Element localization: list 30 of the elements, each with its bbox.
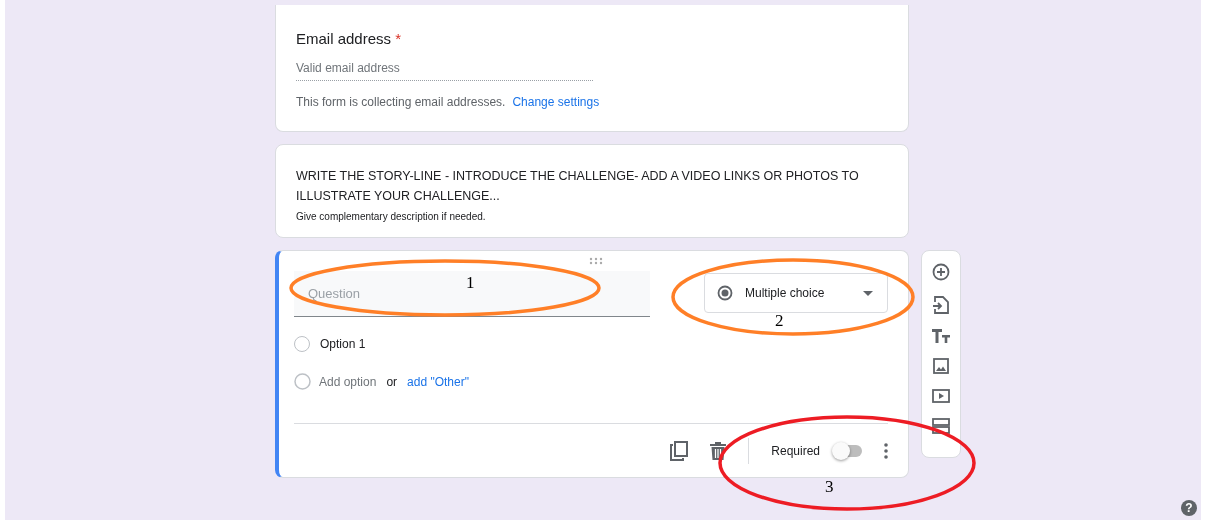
required-label: Required: [771, 444, 820, 458]
option-label[interactable]: Option 1: [320, 337, 366, 351]
annotation-number: 3: [825, 477, 834, 496]
required-asterisk: *: [395, 30, 402, 47]
caret-icon: [863, 290, 873, 296]
annotation-number: 2: [775, 311, 784, 330]
required-toggle[interactable]: [834, 445, 862, 457]
more-options-icon[interactable]: [884, 443, 888, 459]
annotation-number: 1: [466, 273, 475, 292]
section-icon[interactable]: [932, 418, 950, 434]
section-title: WRITE THE STORY-LINE - INTRODUCE THE CHALLENGE- ADD A VIDEO LINKS OR PHOTOS TO ILLUSTRATE YOUR CHALLENGE...: [296, 168, 860, 205]
duplicate-icon[interactable]: [670, 441, 689, 461]
section-description: Give complementary description if needed.: [296, 211, 487, 222]
radio-icon: [717, 285, 733, 301]
image-icon[interactable]: [933, 358, 949, 374]
add-circle-icon[interactable]: [932, 263, 950, 281]
video-icon[interactable]: [932, 389, 950, 403]
drag-handle-icon[interactable]: [589, 257, 603, 265]
help-button[interactable]: ?: [1181, 500, 1197, 516]
email-label: Email address: [296, 30, 392, 47]
add-other-link[interactable]: add "Other": [407, 374, 469, 389]
change-settings-link[interactable]: Change settings: [512, 95, 600, 109]
title-text-icon[interactable]: [932, 329, 950, 343]
collecting-note: This form is collecting email addresses.: [296, 95, 506, 109]
add-option-text[interactable]: Add option: [319, 374, 377, 389]
question-type-dropdown[interactable]: Multiple choice: [704, 273, 888, 313]
delete-icon[interactable]: [710, 442, 727, 460]
import-icon[interactable]: [933, 296, 949, 314]
or-text: or: [386, 374, 398, 389]
empty-circle-icon: [294, 373, 311, 390]
